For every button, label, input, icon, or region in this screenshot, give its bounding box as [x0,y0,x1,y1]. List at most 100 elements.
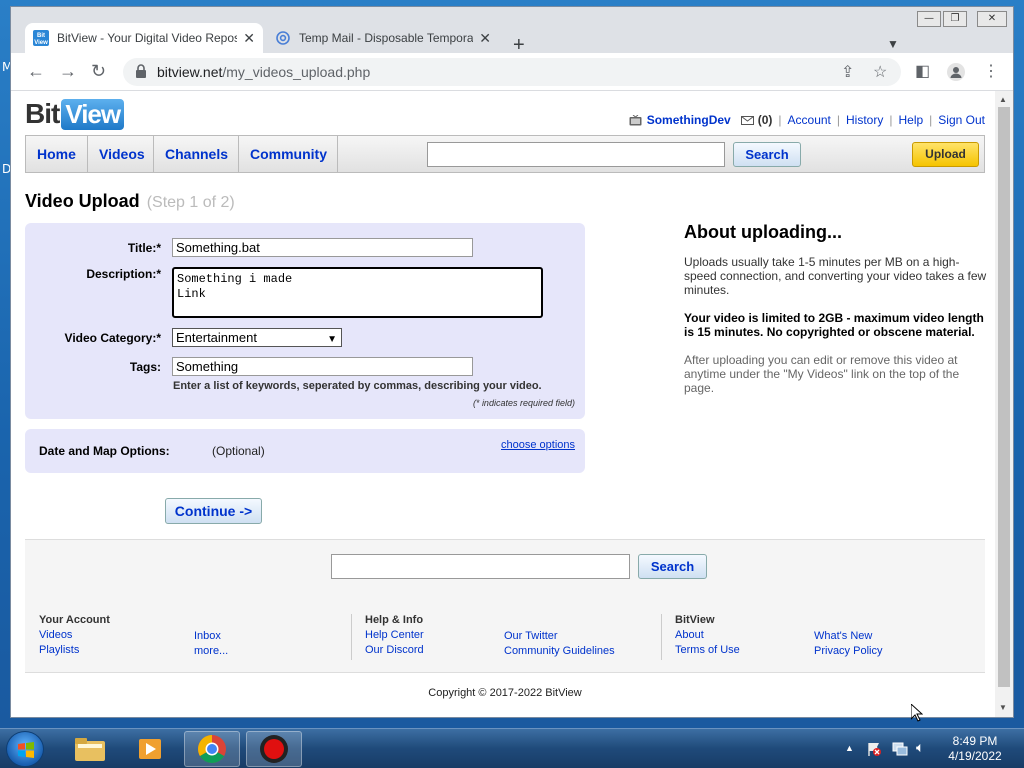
nav-community[interactable]: Community [239,136,338,172]
footer-bitview: BitView About Terms of Use [675,614,740,658]
taskbar-recorder[interactable] [246,731,302,767]
taskbar-explorer[interactable] [62,731,118,767]
footer-link-inbox[interactable]: Inbox [194,629,228,644]
date-map-options: Date and Map Options: (Optional) choose … [25,429,585,473]
history-link[interactable]: History [846,113,883,127]
side-panel-icon[interactable]: ◧ [915,61,930,81]
upload-form: Title:* Something.bat Description:* Some… [25,223,585,419]
profile-avatar-icon[interactable] [947,63,965,81]
category-selected-value: Entertainment [176,330,257,345]
start-button[interactable] [6,731,44,767]
options-optional: (Optional) [212,444,265,458]
footer-help-info: Help & Info Help Center Our Discord [365,614,424,658]
description-textarea[interactable]: Something i made Link [172,267,543,318]
sign-out-link[interactable]: Sign Out [938,113,985,127]
username-link[interactable]: SomethingDev [647,113,731,127]
bitview-logo[interactable]: Bit View [25,97,125,131]
footer-heading: Your Account [39,614,110,626]
footer-link-playlists[interactable]: Playlists [39,643,110,658]
separator: | [929,113,933,127]
tags-hint: Enter a list of keywords, seperated by c… [173,380,542,392]
share-icon[interactable]: ⇪ [841,62,854,82]
footer-divider [661,614,662,660]
continue-button[interactable]: Continue -> [165,498,262,524]
forward-arrow-icon[interactable]: → [59,61,77,82]
kebab-menu-icon[interactable]: ⋮ [983,61,999,81]
url-text: bitview.net/my_videos_upload.php [157,64,371,80]
upload-button[interactable]: Upload [912,142,979,167]
about-text-1: Uploads usually take 1-5 minutes per MB … [684,255,987,297]
nav-home[interactable]: Home [26,136,88,172]
category-select[interactable]: Entertainment ▼ [172,328,342,347]
chevron-down-icon: ▼ [327,334,337,345]
main-nav: Home Videos Channels Community Search Up… [25,135,985,173]
tab-title: BitView - Your Digital Video Repository [57,31,238,45]
description-label: Description:* [86,267,161,281]
copyright: Copyright © 2017-2022 BitView [428,687,582,699]
lock-icon [136,64,146,78]
step-indicator: (Step 1 of 2) [146,194,235,211]
footer-link-terms[interactable]: Terms of Use [675,643,740,658]
nav-videos[interactable]: Videos [88,136,154,172]
page-scrollbar[interactable]: ▲ ▼ [995,91,1013,717]
footer-link-videos[interactable]: Videos [39,628,110,643]
svg-text:View: View [34,40,48,46]
footer-link-twitter[interactable]: Our Twitter [504,629,615,644]
tab-bitview[interactable]: Bit View BitView - Your Digital Video Re… [25,23,263,53]
footer-search-button[interactable]: Search [638,554,707,579]
title-input[interactable]: Something.bat [172,238,473,257]
reload-icon[interactable]: ↻ [91,61,106,82]
taskbar-chrome[interactable] [184,731,240,767]
record-icon [260,735,288,763]
separator: | [889,113,893,127]
folder-icon [75,738,105,761]
scrollbar-thumb[interactable] [998,107,1010,687]
account-link[interactable]: Account [788,113,831,127]
footer-link-privacy[interactable]: Privacy Policy [814,644,882,659]
envelope-icon[interactable] [740,115,754,125]
footer-link-help-center[interactable]: Help Center [365,628,424,643]
scroll-up-icon[interactable]: ▲ [999,95,1007,104]
footer-search-input[interactable] [331,554,630,579]
footer-heading: Help & Info [365,614,424,626]
volume-icon[interactable]: 🔈︎ [916,739,924,756]
system-clock[interactable]: 8:49 PM 4/19/2022 [940,734,1010,764]
tray-expand-icon[interactable]: ▲ [845,743,854,753]
footer-link-whats-new[interactable]: What's New [814,629,882,644]
page-title: Video Upload (Step 1 of 2) [25,191,235,211]
footer-link-more[interactable]: more... [194,644,228,659]
footer: Search Your Account Videos Playlists Inb… [25,539,985,673]
header-search-input[interactable] [427,142,725,167]
tab-search-chevron-icon[interactable]: ▼ [887,37,899,51]
message-count[interactable]: (0) [758,113,773,127]
options-label: Date and Map Options: [39,444,170,458]
network-icon[interactable] [892,741,908,757]
browser-window: — ❐ ✕ Bit View BitView - Your Digital Vi… [10,6,1014,718]
nav-channels[interactable]: Channels [154,136,239,172]
browser-toolbar: ← → ↻ bitview.net/my_videos_upload.php ⇪… [11,53,1013,91]
action-center-flag-icon[interactable] [866,741,882,757]
footer-link-about[interactable]: About [675,628,740,643]
tab-close-icon[interactable]: ✕ [243,30,255,47]
bookmark-star-icon[interactable]: ☆ [873,62,887,82]
footer-link-discord[interactable]: Our Discord [365,643,424,658]
back-arrow-icon[interactable]: ← [27,61,45,82]
windows-logo-icon [18,742,34,758]
page-viewport: Bit View SomethingDev (0) | Account | Hi… [11,91,995,717]
taskbar-media-player[interactable] [124,731,180,767]
tags-input[interactable]: Something [172,357,473,376]
header-search-button[interactable]: Search [733,142,801,167]
svg-text:Bit: Bit [37,33,45,39]
tags-label: Tags: [129,360,161,374]
tab-tempmail[interactable]: Temp Mail - Disposable Temporary Email ✕ [267,23,499,53]
at-sign-icon [276,31,290,45]
help-link[interactable]: Help [898,113,923,127]
separator: | [836,113,841,127]
footer-your-account: Your Account Videos Playlists [39,614,110,658]
footer-link-guidelines[interactable]: Community Guidelines [504,644,615,659]
choose-options-link[interactable]: choose options [501,439,575,451]
tab-close-icon[interactable]: ✕ [479,30,491,47]
address-bar[interactable]: bitview.net/my_videos_upload.php ⇪ ☆ [123,58,901,86]
scroll-down-icon[interactable]: ▼ [999,703,1007,712]
clock-date: 4/19/2022 [948,749,1002,763]
